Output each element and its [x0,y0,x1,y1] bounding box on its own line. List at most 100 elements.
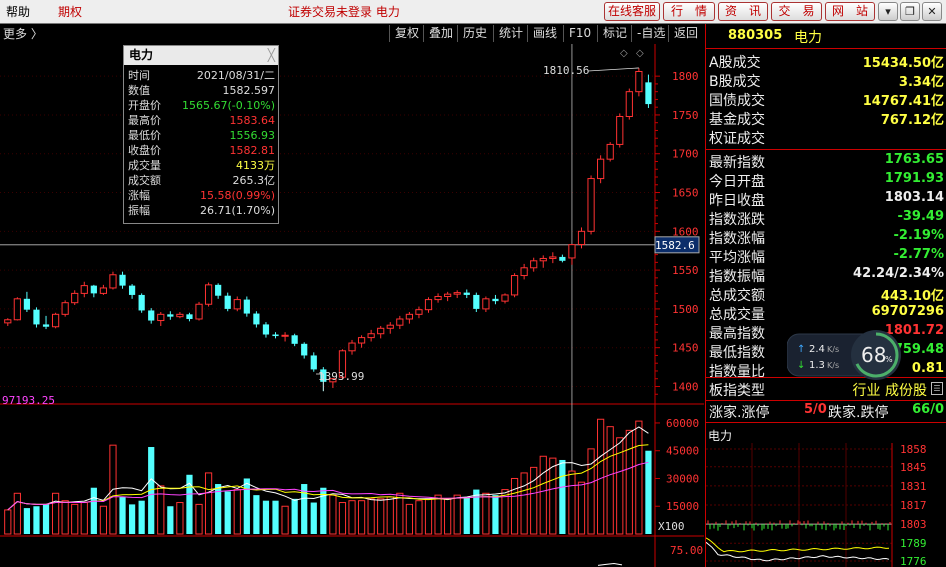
candle-body [253,313,260,325]
panel-header: 880305 电力 [706,24,946,49]
candle-body [501,294,509,302]
mini-avg-line [706,537,890,553]
stat-label: 指数振幅 [709,269,765,285]
stat-value: 15434.50亿 [862,56,944,71]
mini-tick-label: 1845 [900,461,927,474]
price-tick-label: 1500 [672,303,699,316]
volume-bar [473,489,480,534]
mini-tick-label: 1817 [900,499,927,512]
candle-body [215,284,222,296]
candle-body [262,324,270,335]
candle-body [291,335,298,344]
menu-dropdown-icon[interactable]: ▾ [878,2,898,21]
statistics-button[interactable]: 统计 [493,25,528,42]
close-window-icon[interactable]: ✕ [922,2,942,21]
mini-index-line [706,541,890,562]
volume-bar [224,491,231,534]
menu-options[interactable]: 期权 [58,3,82,20]
add-watchlist-button[interactable]: -自选 [631,25,670,42]
stat-row: 昨日收盘 1803.14 [706,190,946,209]
candle-body [444,293,452,297]
candle-body [520,267,528,277]
intraday-mini-chart[interactable]: 1858 1845 1831 1817 1803 1789 1776 [706,443,946,567]
index-name: 电力 [794,30,822,46]
candle-body [645,82,652,105]
volume-bar [510,477,519,535]
stat-row: 国债成交 14767.41亿 [706,90,946,109]
diamond-icon[interactable]: ◇ [620,48,628,59]
stat-value: 1791.93 [884,171,944,186]
data-tooltip-window[interactable]: 电力 ╳ 时间 2021/08/31/二 数值 1582.597 开盘价 1565.67(… [123,45,279,224]
volume-bar [492,495,499,534]
volume-bar [33,506,40,534]
price-tick-label: 1800 [672,70,699,83]
f10-button[interactable]: F10 [563,25,596,42]
tooltip-row-value: 2021/08/31/二 [196,69,275,82]
close-icon[interactable]: ╳ [268,46,275,65]
volume-bar [128,504,136,534]
website-button[interactable]: 网 站 [825,2,875,21]
volume-bar [167,506,174,534]
back-button[interactable]: 返回 [668,25,703,42]
volume-bar [367,498,375,535]
sector-type-row[interactable]: 板指类型 行业 成份股 ☰ [706,380,946,399]
down-limit-label: 跌家.跌停 [828,405,889,421]
volume-bar [434,494,442,535]
candle-body [587,178,595,232]
mini-tick-label: 1803 [900,518,927,531]
restore-window-icon[interactable]: ❐ [900,2,920,21]
candle-body [492,298,499,302]
candle-body [348,342,356,352]
tooltip-row: 成交额 265.3亿 [124,173,278,188]
candle-body [415,309,423,315]
volume-bar [195,503,203,535]
stat-row: B股成交 3.34亿 [706,71,946,90]
upload-arrow-icon: ↑ [797,344,805,355]
candle-body [301,343,308,356]
tooltip-header[interactable]: 电力 ╳ [124,46,278,65]
mark-button[interactable]: 标记 [597,25,632,42]
candle-body [616,115,624,145]
network-speed-widget[interactable]: ↑ 2.4 K/s ↓ 1.3 K/s 68 % [786,330,917,380]
volume-ma-value: 97193.25 [2,394,55,407]
quotes-button[interactable]: 行 情 [663,2,715,21]
overlay-button[interactable]: 叠加 [423,25,458,42]
tooltip-row-value: 1556.93 [229,129,276,142]
up-limit-label: 涨家.涨停 [709,405,770,421]
collapse-chevron-icon[interactable]: ◇ [636,48,644,59]
candle-body [42,324,50,327]
more-button[interactable]: 更多 〉 [3,25,43,42]
volume-bar [377,498,385,535]
news-button[interactable]: 资 讯 [718,2,768,21]
draw-line-button[interactable]: 画线 [527,25,562,42]
volume-bar [635,420,643,535]
list-icon[interactable]: ☰ [931,382,943,395]
divider [706,400,946,401]
candle-body [128,285,136,295]
rights-adjust-button[interactable]: 复权 [389,25,424,42]
stat-label: 最低指数 [709,345,765,361]
volume-bar [176,502,184,535]
candle-body [138,294,145,311]
volume-tick-label: 30000 [666,472,699,485]
online-service-button[interactable]: 在线客服 [604,2,660,21]
tooltip-row-value: 4133万 [236,159,275,172]
history-button[interactable]: 历史 [457,25,492,42]
candle-body [243,299,250,314]
volume-bar [253,495,260,534]
stat-row: 平均涨幅 -2.77% [706,247,946,266]
trade-button[interactable]: 交 易 [771,2,822,21]
candle-body [272,334,279,337]
tooltip-row-value: 15.58(0.99%) [199,189,275,202]
volume-bar [597,418,605,535]
candle-body [61,302,69,315]
stat-value: 14767.41亿 [862,94,944,109]
menu-help[interactable]: 帮助 [6,3,30,20]
volume-bar [272,500,279,534]
kline-chart[interactable]: 1800175017001650160015501500145014006000… [0,44,704,567]
volume-bar [482,492,490,535]
stat-label: 平均涨幅 [709,250,765,266]
usage-percent: 68 [861,343,886,367]
volume-bar [559,459,566,534]
volume-bar [577,481,586,535]
